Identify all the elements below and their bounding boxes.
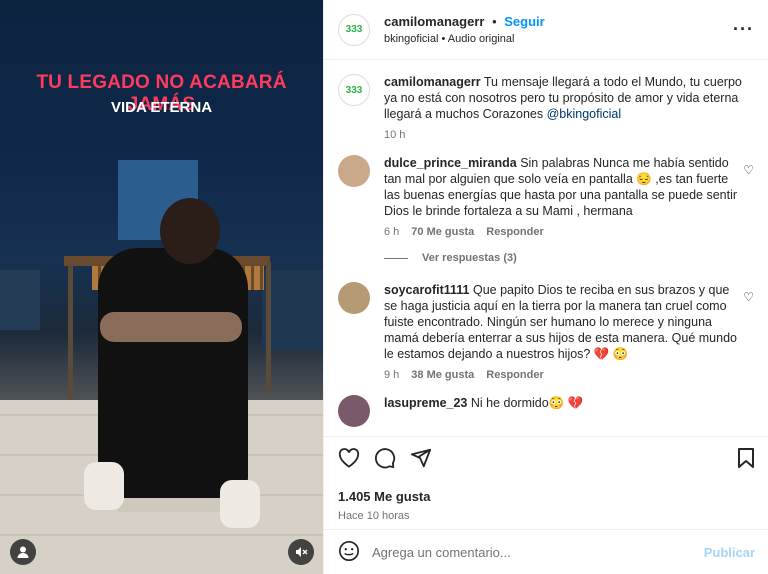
user-tag-icon[interactable] — [10, 539, 36, 565]
comment-time: 9 h — [384, 369, 400, 381]
publish-button[interactable]: Publicar — [704, 545, 755, 560]
view-replies-button[interactable]: Ver respuestas (3) — [384, 252, 754, 264]
reply-button[interactable]: Responder — [486, 226, 543, 238]
avatar[interactable] — [338, 395, 370, 427]
comment-username[interactable]: dulce_prince_miranda — [384, 156, 517, 170]
person-image — [98, 248, 248, 498]
media-subheadline: VIDA ETERNA — [110, 99, 213, 116]
bookmark-icon[interactable] — [737, 447, 755, 475]
share-icon[interactable] — [410, 447, 432, 475]
list-item: soycarofit1111 Que papito Dios te reciba… — [338, 282, 754, 381]
comment-time: 6 h — [384, 226, 400, 238]
add-comment-bar: Agrega un comentario... Publicar — [324, 529, 768, 574]
avatar[interactable]: 333 — [338, 74, 370, 106]
comment-text: Ni he dormido😳 💔 — [470, 396, 584, 410]
post-time: Hace 10 horas — [338, 510, 410, 522]
comment-likes-link[interactable]: 70 Me gusta — [411, 226, 474, 238]
building-image — [262, 270, 323, 350]
emoji-icon[interactable] — [338, 540, 360, 565]
post-header: 333 camilomanagerr • Seguir bkingoficial… — [324, 0, 768, 60]
caption-mention-link[interactable]: @bkingoficial — [547, 107, 622, 121]
caption-time: 10 h — [384, 129, 406, 141]
heart-icon[interactable]: ♡ — [743, 163, 754, 177]
audio-separator: • — [441, 33, 446, 45]
person-head-image — [160, 198, 220, 264]
avatar[interactable] — [338, 155, 370, 187]
reply-button[interactable]: Responder — [486, 369, 543, 381]
header-username[interactable]: camilomanagerr — [384, 14, 484, 29]
avatar-logo-text: 333 — [345, 84, 363, 96]
list-item: lasupreme_23 Ni he dormido😳 💔 — [338, 395, 754, 427]
comment-input[interactable]: Agrega un comentario... — [372, 545, 692, 560]
pergola-post — [68, 262, 73, 402]
person-arm-image — [100, 312, 242, 342]
post-panel: 333 camilomanagerr • Seguir bkingoficial… — [323, 0, 768, 574]
avatar[interactable]: 333 — [338, 13, 370, 46]
comment-username[interactable]: soycarofit1111 — [384, 283, 469, 297]
header-separator: • — [492, 14, 497, 29]
audio-label-link[interactable]: Audio original — [448, 33, 515, 45]
comments-list[interactable]: 333 camilomanagerr Tu mensaje llegará a … — [324, 60, 768, 436]
view-replies-label: Ver respuestas (3) — [422, 252, 517, 264]
heart-icon[interactable] — [338, 448, 360, 474]
comment-username[interactable]: lasupreme_23 — [384, 396, 467, 410]
caption-username[interactable]: camilomanagerr — [384, 75, 481, 89]
more-options-icon[interactable]: ··· — [733, 19, 754, 40]
shoe-image — [84, 462, 124, 510]
comment-likes-link[interactable]: 38 Me gusta — [411, 369, 474, 381]
heart-icon[interactable]: ♡ — [743, 290, 754, 304]
pergola-post — [266, 262, 271, 392]
avatar-logo-text: 333 — [345, 24, 363, 35]
post-media[interactable]: TU LEGADO NO ACABARÁ JAMÁS VIDA ETERNA — [0, 0, 323, 574]
follow-button[interactable]: Seguir — [504, 14, 544, 29]
post-actions: 1.405 Me gusta Hace 10 horas — [324, 436, 768, 522]
caption: 333 camilomanagerr Tu mensaje llegará a … — [338, 74, 754, 141]
shoe-image — [220, 480, 260, 528]
avatar[interactable] — [338, 282, 370, 314]
comment-icon[interactable] — [374, 447, 396, 475]
likes-count[interactable]: 1.405 Me gusta — [338, 489, 755, 504]
replies-divider — [384, 257, 408, 259]
building-image — [0, 270, 40, 330]
audio-artist-link[interactable]: bkingoficial — [384, 33, 438, 45]
muted-icon[interactable] — [288, 539, 314, 565]
list-item: dulce_prince_miranda Sin palabras Nunca … — [338, 155, 754, 238]
